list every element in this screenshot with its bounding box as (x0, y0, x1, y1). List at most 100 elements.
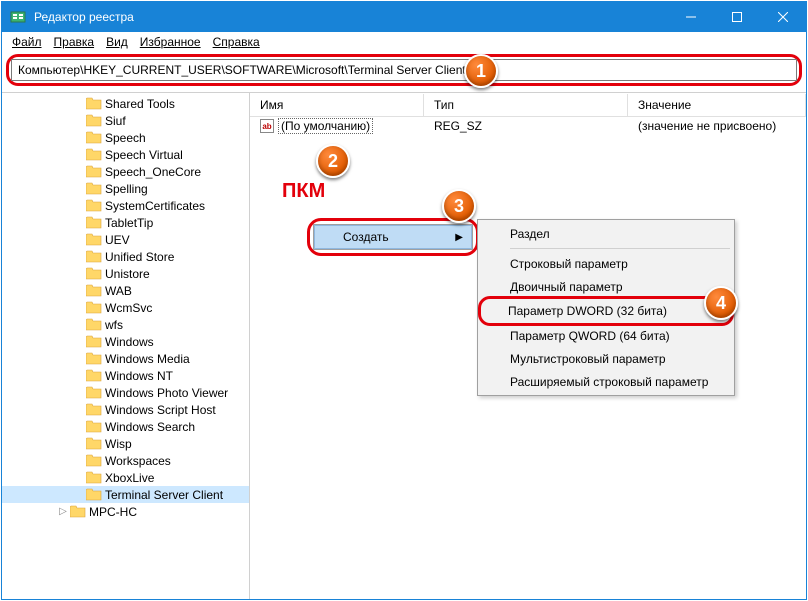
menu-help[interactable]: Справка (207, 33, 266, 51)
tree-item[interactable]: Unistore (2, 265, 249, 282)
value-data: (значение не присвоено) (628, 118, 806, 134)
folder-icon (86, 471, 102, 485)
annotation-marker-4: 4 (704, 286, 738, 320)
tree-item[interactable]: Speech (2, 129, 249, 146)
folder-icon (86, 97, 102, 111)
tree-item-label: Shared Tools (105, 97, 175, 111)
folder-icon (86, 114, 102, 128)
tree-item-label: Speech (105, 131, 146, 145)
tree-item[interactable]: XboxLive (2, 469, 249, 486)
annotation-marker-1: 1 (464, 54, 498, 88)
tree-item-label: Speech Virtual (105, 148, 183, 162)
menu-item-dword[interactable]: Параметр DWORD (32 бита) (478, 296, 734, 326)
tree-item[interactable]: Speech Virtual (2, 146, 249, 163)
menu-edit[interactable]: Правка (48, 33, 101, 51)
folder-icon (86, 437, 102, 451)
tree-item[interactable]: Windows Media (2, 350, 249, 367)
tree-item[interactable]: wfs (2, 316, 249, 333)
tree-item-label: WcmSvc (105, 301, 152, 315)
tree-item-label: WAB (105, 284, 132, 298)
folder-icon (86, 301, 102, 315)
menu-item-section[interactable]: Раздел (480, 222, 732, 245)
tree-item-label: Siuf (105, 114, 126, 128)
menu-separator (510, 248, 730, 249)
context-menu-2: Раздел Строковый параметр Двоичный парам… (477, 219, 735, 396)
maximize-button[interactable] (714, 2, 760, 32)
annotation-marker-3: 3 (442, 189, 476, 223)
tree-item[interactable]: Windows NT (2, 367, 249, 384)
tree-item[interactable]: Terminal Server Client (2, 486, 249, 503)
tree-item-label: Wisp (105, 437, 132, 451)
folder-icon (86, 267, 102, 281)
menu-item-expandstring[interactable]: Расширяемый строковый параметр (480, 370, 732, 393)
folder-icon (86, 488, 102, 502)
folder-icon (86, 335, 102, 349)
col-value-header[interactable]: Значение (628, 94, 806, 116)
col-type-header[interactable]: Тип (424, 94, 628, 116)
tree-item-label: Windows Script Host (105, 403, 216, 417)
tree-item-label: Windows Photo Viewer (105, 386, 228, 400)
tree-item[interactable]: TabletTip (2, 214, 249, 231)
string-value-icon: ab (260, 119, 274, 133)
folder-icon (86, 148, 102, 162)
menu-item-multistring[interactable]: Мультистроковый параметр (480, 347, 732, 370)
menu-file[interactable]: Файл (6, 33, 48, 51)
tree-item[interactable]: Wisp (2, 435, 249, 452)
menu-item-create[interactable]: Создать ▶ (314, 225, 472, 249)
value-name: (По умолчанию) (278, 118, 373, 134)
folder-icon (86, 284, 102, 298)
tree-item[interactable]: Windows Search (2, 418, 249, 435)
folder-icon (86, 199, 102, 213)
tree-item-label: Unistore (105, 267, 150, 281)
tree-item-label: Windows NT (105, 369, 173, 383)
tree-item-label: Spelling (105, 182, 148, 196)
tree-item-label: Windows (105, 335, 154, 349)
menu-item-qword[interactable]: Параметр QWORD (64 бита) (480, 324, 732, 347)
addressbar[interactable]: Компьютер\HKEY_CURRENT_USER\SOFTWARE\Mic… (11, 59, 797, 81)
registry-tree[interactable]: Shared Tools Siuf Speech Speech Virtual Spee… (2, 93, 250, 599)
menu-view[interactable]: Вид (100, 33, 134, 51)
menu-item-string[interactable]: Строковый параметр (480, 252, 732, 275)
context-menu-create-highlight: Создать ▶ (307, 218, 479, 256)
menu-favorites[interactable]: Избранное (134, 33, 207, 51)
close-button[interactable] (760, 2, 806, 32)
tree-item[interactable]: WcmSvc (2, 299, 249, 316)
tree-item-label: wfs (105, 318, 123, 332)
tree-item-label: Terminal Server Client (105, 488, 223, 502)
tree-item[interactable]: Windows Photo Viewer (2, 384, 249, 401)
minimize-button[interactable] (668, 2, 714, 32)
tree-item-label: Speech_OneCore (105, 165, 201, 179)
folder-icon (86, 369, 102, 383)
tree-item[interactable]: Spelling (2, 180, 249, 197)
expander-icon[interactable]: ▷ (56, 506, 70, 517)
tree-item[interactable]: Shared Tools (2, 95, 249, 112)
tree-item[interactable]: Speech_OneCore (2, 163, 249, 180)
tree-item[interactable]: Windows (2, 333, 249, 350)
menu-item-binary[interactable]: Двоичный параметр (480, 275, 732, 298)
tree-item-label: UEV (105, 233, 130, 247)
tree-item-label: SystemCertificates (105, 199, 205, 213)
list-row-default[interactable]: ab (По умолчанию) REG_SZ (значение не пр… (250, 117, 806, 135)
context-menu-1: Создать ▶ (313, 224, 473, 250)
tree-item[interactable]: ▷MPC-HC (2, 503, 249, 520)
tree-item[interactable]: SystemCertificates (2, 197, 249, 214)
tree-item[interactable]: Siuf (2, 112, 249, 129)
tree-item[interactable]: Workspaces (2, 452, 249, 469)
folder-icon (86, 454, 102, 468)
tree-item[interactable]: WAB (2, 282, 249, 299)
tree-item-label: XboxLive (105, 471, 154, 485)
folder-icon (86, 182, 102, 196)
addressbar-container: Компьютер\HKEY_CURRENT_USER\SOFTWARE\Mic… (2, 52, 806, 92)
folder-icon (86, 165, 102, 179)
address-path: Компьютер\HKEY_CURRENT_USER\SOFTWARE\Mic… (18, 63, 466, 77)
col-name-header[interactable]: Имя (250, 94, 424, 116)
tree-item[interactable]: Windows Script Host (2, 401, 249, 418)
tree-item-label: Workspaces (105, 454, 171, 468)
value-type: REG_SZ (424, 118, 628, 134)
folder-icon (86, 420, 102, 434)
annotation-marker-2: 2 (316, 144, 350, 178)
tree-item[interactable]: UEV (2, 231, 249, 248)
window-title: Редактор реестра (34, 10, 668, 24)
tree-item[interactable]: Unified Store (2, 248, 249, 265)
tree-item-label: Windows Search (105, 420, 195, 434)
